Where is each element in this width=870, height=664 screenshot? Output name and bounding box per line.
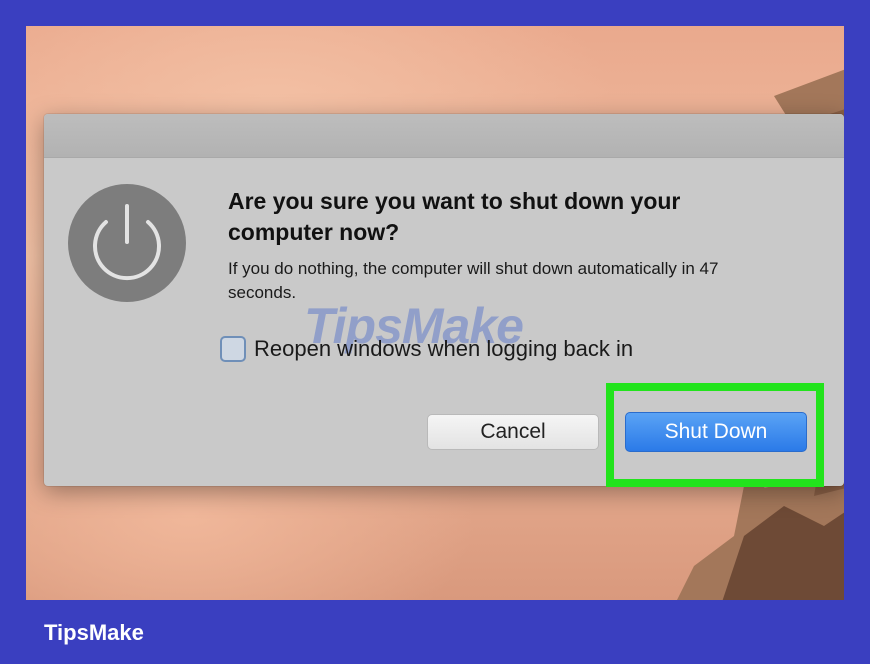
reopen-windows-option[interactable]: Reopen windows when logging back in — [220, 334, 633, 364]
reopen-windows-checkbox[interactable] — [220, 336, 246, 362]
power-icon — [68, 184, 186, 302]
desktop-background: Are you sure you want to shut down your … — [26, 26, 844, 600]
shutdown-dialog: Are you sure you want to shut down your … — [44, 114, 844, 487]
dialog-headline: Are you sure you want to shut down your … — [228, 188, 681, 245]
cancel-button[interactable]: Cancel — [427, 414, 599, 450]
brand-logo: TipsMake — [44, 620, 144, 645]
dialog-message: If you do nothing, the computer will shu… — [228, 259, 719, 302]
dialog-titlebar — [44, 114, 844, 158]
shut-down-button[interactable]: Shut Down — [625, 412, 807, 452]
reopen-windows-label: Reopen windows when logging back in — [254, 336, 634, 361]
